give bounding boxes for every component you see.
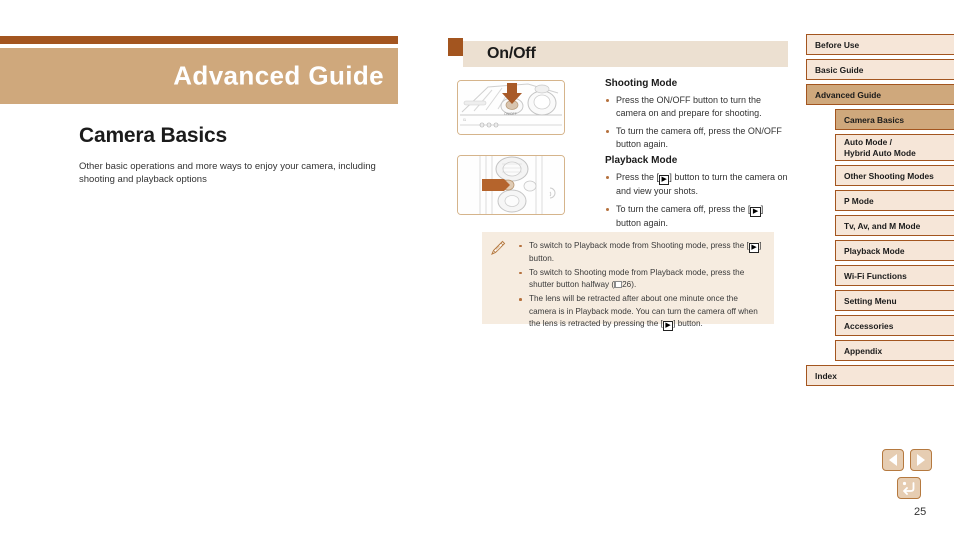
- sidebar-item-other-shooting-modes[interactable]: Other Shooting Modes: [835, 165, 954, 186]
- list-item: Press the ON/OFF button to turn the came…: [605, 94, 790, 120]
- sidebar-item-basic-guide[interactable]: Basic Guide: [806, 59, 954, 80]
- sidebar-item-advanced-guide[interactable]: Advanced Guide: [806, 84, 954, 105]
- playback-mode-bullets: Press the [▶] button to turn the camera …: [605, 171, 790, 235]
- sidebar-item-wifi-functions[interactable]: Wi-Fi Functions: [835, 265, 954, 286]
- list-item: Press the [▶] button to turn the camera …: [605, 171, 790, 198]
- sidebar-item-index[interactable]: Index: [806, 365, 954, 386]
- navigation-sidebar[interactable]: Before Use Basic Guide Advanced Guide Ca…: [806, 34, 954, 390]
- sidebar-item-accessories[interactable]: Accessories: [835, 315, 954, 336]
- note-list: To switch to Playback mode from Shooting…: [518, 240, 766, 333]
- list-item: To turn the camera off, press the [▶] bu…: [605, 203, 790, 230]
- chapter-intro-panel: Advanced Guide Camera Basics Other basic…: [0, 0, 400, 537]
- text-pre: To switch to Shooting mode from Playback…: [529, 268, 745, 290]
- chapter-title-band: Advanced Guide: [0, 48, 398, 104]
- page-title: Camera Basics: [79, 124, 227, 147]
- return-button[interactable]: [897, 477, 921, 499]
- sidebar-item-label: Other Shooting Modes: [844, 170, 934, 181]
- camera-top-onoff-illustration: ON/OFF /1: [458, 81, 564, 134]
- text-post: ] button.: [673, 318, 703, 328]
- sidebar-item-appendix[interactable]: Appendix: [835, 340, 954, 361]
- sidebar-item-auto-mode[interactable]: Auto Mode / Hybrid Auto Mode: [835, 134, 954, 161]
- sidebar-item-label: Before Use: [815, 39, 860, 50]
- sidebar-item-label: Camera Basics: [844, 114, 905, 125]
- shooting-mode-heading: Shooting Mode: [605, 78, 678, 89]
- sidebar-item-setting-menu[interactable]: Setting Menu: [835, 290, 954, 311]
- note-callout: To switch to Playback mode from Shooting…: [482, 232, 774, 331]
- playback-button-icon: ▶: [748, 243, 760, 253]
- svg-text:/1: /1: [463, 118, 466, 122]
- playback-button-icon: ▶: [659, 175, 670, 185]
- topic-heading: On/Off: [487, 45, 536, 62]
- next-page-button[interactable]: [910, 449, 932, 471]
- sidebar-item-label-line2: Hybrid Auto Mode: [844, 147, 916, 158]
- return-arrow-icon: [902, 481, 915, 495]
- chevron-right-icon: [917, 454, 925, 466]
- text-pre: The lens will be retracted after about o…: [529, 294, 758, 328]
- topic-content-panel: On/Off ON/OFF /1 Shooting Mode Press the…: [448, 0, 788, 537]
- text-pre: Press the [: [616, 172, 660, 182]
- sidebar-item-label: Appendix: [844, 345, 883, 356]
- sidebar-item-before-use[interactable]: Before Use: [806, 34, 954, 55]
- text-pre: To turn the camera off, press the [: [616, 204, 751, 215]
- list-item: To turn the camera off, press the ON/OFF…: [605, 125, 790, 151]
- sidebar-item-playback-mode[interactable]: Playback Mode: [835, 240, 954, 261]
- chapter-top-rule: [0, 36, 398, 44]
- previous-page-button[interactable]: [882, 449, 904, 471]
- manual-reference-icon: [614, 281, 623, 289]
- playback-button-icon: ▶: [750, 207, 761, 218]
- sidebar-item-label: Auto Mode /: [844, 137, 892, 148]
- sidebar-item-camera-basics[interactable]: Camera Basics: [835, 109, 954, 130]
- sidebar-item-label: Basic Guide: [815, 64, 864, 75]
- chapter-title: Advanced Guide: [173, 60, 384, 91]
- page-number: 25: [914, 506, 927, 518]
- camera-back-playback-illustration: [458, 156, 564, 214]
- list-item: The lens will be retracted after about o…: [518, 293, 766, 331]
- chevron-left-icon: [889, 454, 897, 466]
- list-item: To switch to Playback mode from Shooting…: [518, 240, 766, 265]
- sidebar-item-label: Accessories: [844, 320, 894, 331]
- sidebar-item-label: Advanced Guide: [815, 89, 882, 100]
- playback-mode-heading: Playback Mode: [605, 155, 678, 166]
- section-description: Other basic operations and more ways to …: [79, 161, 376, 186]
- svg-text:ON/OFF: ON/OFF: [504, 112, 517, 116]
- sidebar-item-label: Tv, Av, and M Mode: [844, 220, 921, 231]
- text-pre: To switch to Playback mode from Shooting…: [529, 241, 749, 250]
- sidebar-item-label: P Mode: [844, 195, 874, 206]
- sidebar-item-label: Index: [815, 370, 837, 381]
- sidebar-item-tv-av-m-mode[interactable]: Tv, Av, and M Mode: [835, 215, 954, 236]
- playback-button-icon: ▶: [662, 320, 674, 331]
- list-item: To switch to Shooting mode from Playback…: [518, 267, 766, 291]
- page-ref: 26: [622, 280, 632, 290]
- shooting-mode-bullets: Press the ON/OFF button to turn the came…: [605, 94, 790, 156]
- pencil-note-icon: [491, 240, 506, 255]
- text-post: ).: [631, 280, 637, 290]
- topic-marker-square: [448, 38, 463, 56]
- sidebar-item-label: Wi-Fi Functions: [844, 270, 907, 281]
- playback-mode-figure: [457, 155, 565, 215]
- sidebar-item-label: Playback Mode: [844, 245, 905, 256]
- page-navigation[interactable]: [882, 449, 932, 471]
- topic-header: On/Off: [463, 41, 788, 67]
- shooting-mode-figure: ON/OFF /1: [457, 80, 565, 135]
- sidebar-item-label: Setting Menu: [844, 295, 897, 306]
- sidebar-item-p-mode[interactable]: P Mode: [835, 190, 954, 211]
